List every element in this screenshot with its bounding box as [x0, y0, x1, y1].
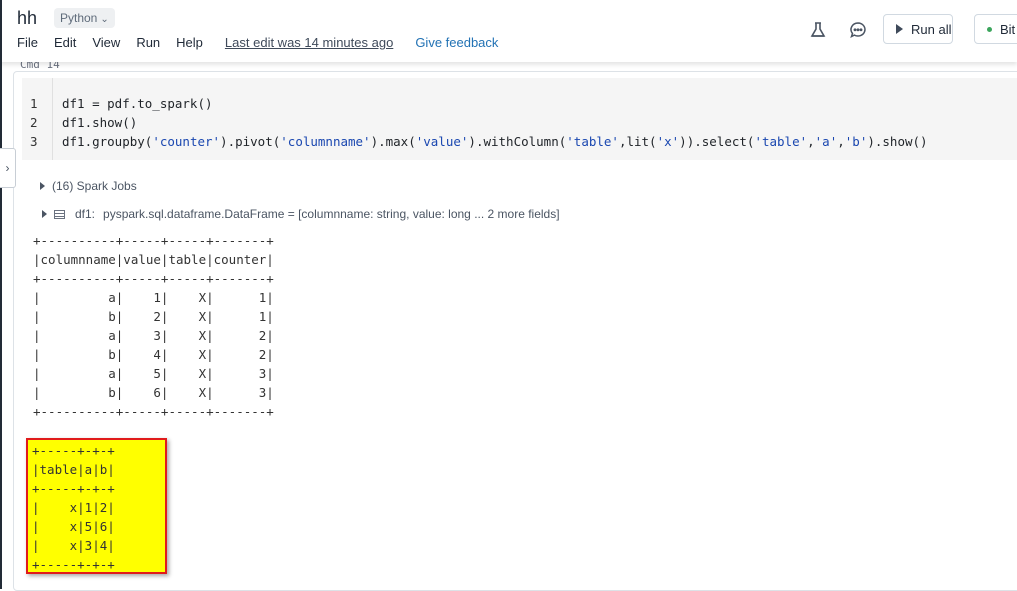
expand-triangle-icon [40, 182, 45, 190]
spark-jobs-label: (16) Spark Jobs [52, 179, 137, 193]
line-number: 2 [30, 115, 38, 130]
give-feedback-link[interactable]: Give feedback [415, 35, 498, 50]
string-literal: 'table' [754, 134, 808, 149]
language-label: Python [60, 11, 98, 25]
code-line[interactable]: df1.show() [62, 115, 137, 130]
menu-run[interactable]: Run [136, 35, 160, 50]
cluster-status-icon [987, 26, 992, 32]
comment-icon[interactable] [848, 20, 868, 40]
table-icon [54, 209, 65, 219]
string-literal: 'value' [415, 134, 469, 149]
language-selector[interactable]: Python ⌄ [54, 8, 115, 28]
experiment-icon[interactable] [808, 20, 828, 40]
menu-bar: File Edit View Run Help Last edit was 14… [17, 35, 498, 50]
string-literal: 'table' [566, 134, 619, 149]
show-output-table-2: +-----+-+-+ |table|a|b| +-----+-+-+ | x|… [32, 443, 115, 572]
string-literal: 'b' [844, 134, 868, 149]
code-line[interactable]: df1 = pdf.to_spark() [62, 96, 213, 111]
line-number: 1 [30, 96, 38, 111]
expand-triangle-icon [42, 210, 47, 218]
line-number: 3 [30, 134, 38, 149]
code-editor[interactable]: 1 2 3 df1 = pdf.to_spark() df1.show() df… [22, 78, 1017, 160]
menu-file[interactable]: File [17, 35, 38, 50]
menu-help[interactable]: Help [176, 35, 203, 50]
window-edge [0, 0, 2, 589]
notebook-title[interactable]: hh [17, 8, 37, 29]
menu-view[interactable]: View [92, 35, 120, 50]
play-icon [896, 24, 903, 34]
run-all-label: Run all [911, 21, 952, 37]
cluster-label: Bit [1000, 21, 1016, 37]
show-output-table-1: +----------+-----+-----+-------+ |column… [33, 233, 274, 419]
spark-jobs-toggle[interactable]: (16) Spark Jobs [40, 179, 137, 193]
last-edit-link[interactable]: Last edit was 14 minutes ago [225, 35, 393, 50]
menu-edit[interactable]: Edit [54, 35, 76, 50]
dataframe-name: df1: [75, 207, 96, 221]
chevron-right-icon: › [5, 161, 10, 175]
dataframe-schema: pyspark.sql.dataframe.DataFrame = [colum… [103, 207, 560, 221]
run-all-button[interactable]: Run all [883, 14, 953, 44]
notebook-header: hh Python ⌄ File Edit View Run Help Last … [0, 0, 1017, 62]
code-line[interactable]: df1.groupby('counter').pivot('columnname… [62, 134, 928, 149]
chevron-down-icon: ⌄ [100, 14, 109, 25]
sidebar-toggle-button[interactable]: › [0, 148, 16, 188]
string-literal: 'a' [814, 134, 838, 149]
cluster-selector-button[interactable]: Bit [974, 14, 1017, 44]
line-number-gutter: 1 2 3 [22, 78, 53, 160]
string-literal: 'counter' [152, 134, 221, 149]
string-literal: 'x' [656, 134, 680, 149]
string-literal: 'columnname' [280, 134, 371, 149]
dataframe-schema-toggle[interactable]: df1: pyspark.sql.dataframe.DataFrame = [… [42, 207, 560, 221]
